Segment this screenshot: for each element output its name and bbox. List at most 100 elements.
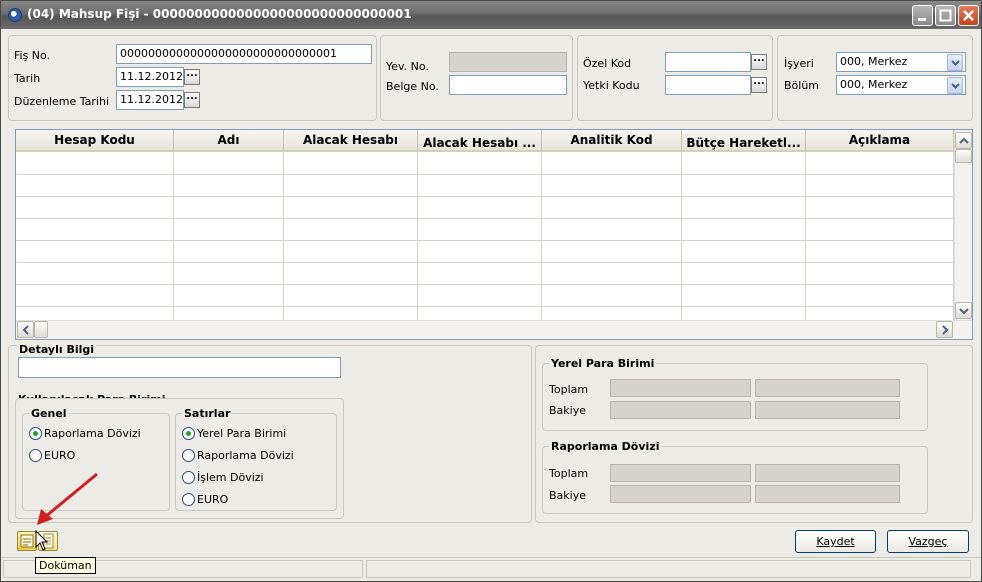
bolum-dropdown-button[interactable] — [947, 77, 963, 94]
close-button[interactable] — [958, 5, 979, 26]
grid-column-line — [682, 152, 806, 320]
chevron-down-icon — [951, 83, 960, 89]
toplam-label: Toplam — [549, 467, 589, 480]
belge-no-label: Belge No. — [386, 80, 439, 93]
window-app-icon[interactable] — [8, 8, 22, 22]
yetki-kodu-lookup-button[interactable]: ... — [751, 77, 767, 93]
status-bar — [1, 557, 981, 581]
ellipsis-icon: ... — [186, 68, 198, 79]
genel-title: Genel — [29, 407, 69, 420]
fis-no-label: Fiş No. — [14, 49, 51, 62]
radio-label: EURO — [197, 493, 229, 506]
maximize-button[interactable] — [935, 5, 956, 26]
raporlama-toplam-1 — [610, 464, 751, 482]
document-button[interactable] — [17, 531, 37, 551]
yetki-kodu-field[interactable] — [665, 75, 751, 95]
window-title: (04) Mahsup Fişi - 000000000000000000000… — [27, 7, 412, 21]
yerel-toplam-1 — [610, 379, 751, 397]
isyeri-label: İşyeri — [784, 57, 814, 70]
radio-label: İşlem Dövizi — [197, 471, 264, 484]
column-header-aciklama[interactable]: Açıklama — [806, 130, 954, 152]
grid-column-line — [284, 152, 418, 320]
dokuman-tooltip: Doküman — [35, 557, 96, 574]
yerel-bakiye-2 — [755, 401, 900, 419]
belge-no-field[interactable] — [449, 75, 567, 95]
fis-info-panel: Fiş No. 0000000000000000000000000000001 … — [8, 35, 377, 121]
tarih-picker-button[interactable]: ... — [184, 69, 200, 85]
vazgec-button[interactable]: Vazgeç — [887, 530, 969, 553]
chevron-down-icon — [959, 308, 969, 315]
maximize-icon — [939, 9, 952, 22]
column-header-alacak-hesabi[interactable]: Alacak Hesabı — [284, 130, 418, 152]
column-header-butce-hareketleri[interactable]: Bütçe Hareketl... — [682, 130, 806, 152]
grid-column-line — [806, 152, 954, 320]
vertical-scroll-thumb[interactable] — [955, 149, 972, 163]
column-header-analitik-kod[interactable]: Analitik Kod — [542, 130, 682, 152]
table-row[interactable] — [16, 218, 954, 219]
chevron-down-icon — [951, 60, 960, 66]
mahsup-fisi-window: (04) Mahsup Fişi - 000000000000000000000… — [0, 0, 982, 582]
table-row[interactable] — [16, 196, 954, 197]
table-row[interactable] — [16, 174, 954, 175]
fis-no-field[interactable]: 0000000000000000000000000000001 — [116, 44, 372, 64]
grid-column-line — [542, 152, 682, 320]
radio-raporlama-dovizi[interactable] — [29, 427, 42, 440]
yerel-toplam-2 — [755, 379, 900, 397]
close-icon — [963, 10, 974, 21]
raporlama-bakiye-1 — [610, 485, 751, 503]
ozel-kod-lookup-button[interactable]: ... — [751, 54, 767, 70]
column-header-alacak-hesabi-2[interactable]: Alacak Hesabı ... — [418, 130, 542, 152]
table-row[interactable] — [16, 240, 954, 241]
column-header-hesap-kodu[interactable]: Hesap Kodu — [16, 130, 174, 152]
detayli-bilgi-field[interactable] — [18, 357, 341, 378]
tarih-field[interactable]: 11.12.2012 — [116, 67, 184, 87]
column-header-adi[interactable]: Adı — [174, 130, 284, 152]
totals-panel: Yerel Para Birimi Toplam Bakiye Raporlam… — [535, 345, 973, 523]
table-row[interactable] — [16, 284, 954, 285]
satirlar-title: Satırlar — [182, 407, 233, 420]
chevron-up-icon — [959, 137, 969, 144]
radio-euro[interactable] — [29, 449, 42, 462]
belge-panel: Yev. No. Belge No. — [380, 35, 573, 121]
ellipsis-icon: ... — [186, 91, 198, 102]
grid-column-line — [174, 152, 284, 320]
scroll-up-button[interactable] — [955, 132, 972, 149]
yerel-bakiye-1 — [610, 401, 751, 419]
status-segment — [366, 560, 971, 578]
bolum-label: Bölüm — [784, 79, 820, 92]
minimize-button[interactable] — [912, 5, 933, 26]
radio-yerel-para-birimi[interactable] — [182, 427, 195, 440]
duzenleme-tarihi-field[interactable]: 11.12.2012 — [116, 90, 184, 110]
tarih-label: Tarih — [14, 72, 41, 85]
toplam-label: Toplam — [549, 383, 589, 396]
scroll-down-button[interactable] — [955, 302, 972, 319]
table-row[interactable] — [16, 262, 954, 263]
ozel-kod-field[interactable] — [665, 52, 751, 72]
raporlama-toplam-2 — [755, 464, 900, 482]
title-bar[interactable]: (04) Mahsup Fişi - 000000000000000000000… — [1, 1, 981, 29]
transaction-grid[interactable]: Hesap Kodu Adı Alacak Hesabı Alacak Hesa… — [15, 129, 973, 340]
yev-no-label: Yev. No. — [386, 60, 429, 73]
radio-label: Raporlama Dövizi — [44, 427, 141, 440]
radio-label: Raporlama Dövizi — [197, 449, 294, 462]
raporlama-bakiye-2 — [755, 485, 900, 503]
isyeri-dropdown-button[interactable] — [947, 54, 963, 71]
radio-islem-dovizi[interactable] — [182, 471, 195, 484]
satirlar-group: Satırlar Yerel Para Birimi Raporlama Döv… — [175, 407, 337, 511]
bakiye-label: Bakiye — [549, 489, 586, 502]
grid-column-line — [418, 152, 542, 320]
horizontal-scrollbar[interactable] — [16, 320, 972, 339]
radio-raporlama-dovizi-satir[interactable] — [182, 449, 195, 462]
horizontal-scroll-thumb[interactable] — [34, 321, 48, 338]
table-row[interactable] — [16, 306, 954, 307]
scroll-left-button[interactable] — [17, 321, 34, 338]
detayli-bilgi-label: Detaylı Bilgi — [17, 343, 97, 356]
grid-column-line — [16, 152, 174, 320]
raporlama-dovizi-title: Raporlama Dövizi — [549, 440, 662, 453]
kaydet-button[interactable]: Kaydet — [795, 530, 876, 553]
vertical-scrollbar[interactable] — [954, 130, 972, 320]
radio-euro-satir[interactable] — [182, 493, 195, 506]
scroll-right-button[interactable] — [936, 321, 953, 338]
chevron-left-icon — [22, 325, 29, 335]
duzenleme-picker-button[interactable]: ... — [184, 92, 200, 108]
